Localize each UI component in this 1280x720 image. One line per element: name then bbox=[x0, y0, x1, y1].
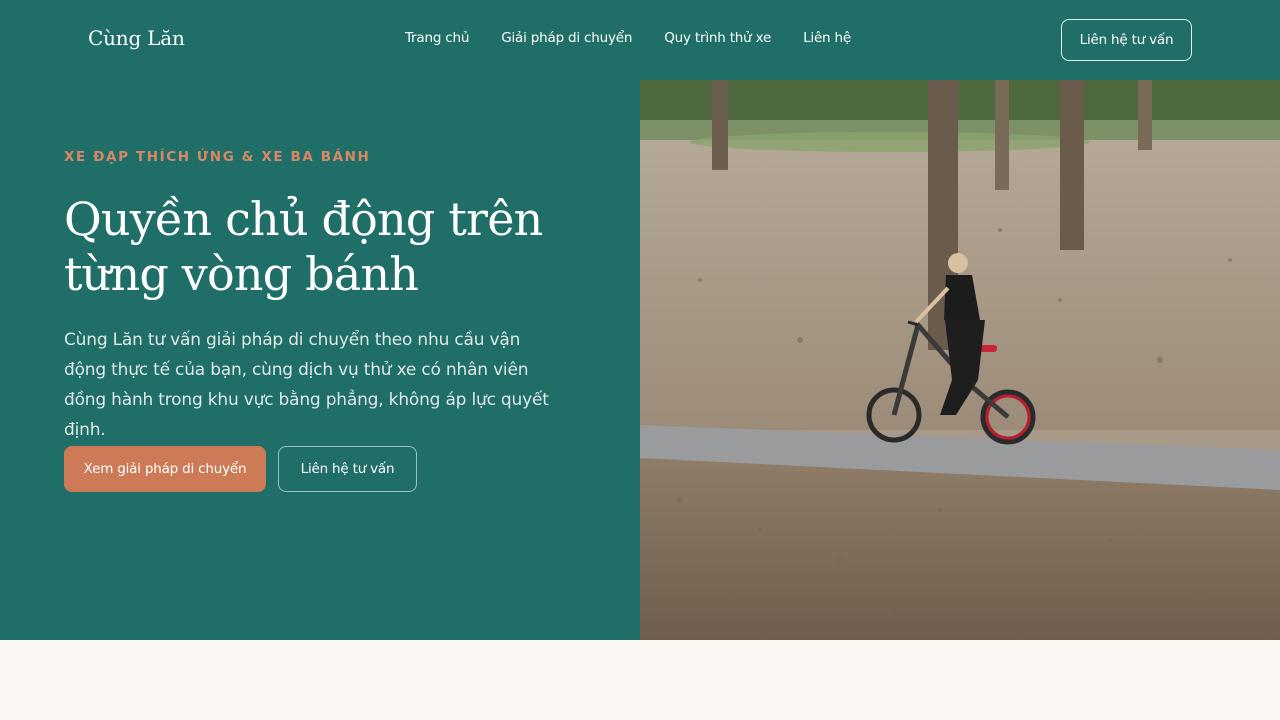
site-logo[interactable]: Cùng Lăn bbox=[88, 26, 185, 50]
nav-item-solutions[interactable]: Giải pháp di chuyển bbox=[501, 30, 632, 46]
nav-item-contact[interactable]: Liên hệ bbox=[803, 30, 851, 46]
hero-title-line-1: Quyền chủ động trên bbox=[64, 192, 543, 246]
next-section-start bbox=[0, 640, 1280, 720]
hero-description: Cùng Lăn tư vấn giải pháp di chuyển theo… bbox=[64, 330, 549, 440]
hero-contact-button[interactable]: Liên hệ tư vấn bbox=[278, 446, 417, 492]
main-nav: Trang chủ Giải pháp di chuyển Quy trình … bbox=[405, 30, 883, 46]
nav-item-test-ride[interactable]: Quy trình thử xe bbox=[664, 30, 771, 46]
hero-title: Quyền chủ động trên từng vòng bánh bbox=[64, 192, 604, 302]
hero-title-line-2: từng vòng bánh bbox=[64, 247, 419, 301]
site-header: Cùng Lăn Trang chủ Giải pháp di chuyển Q… bbox=[0, 0, 1280, 80]
header-contact-button[interactable]: Liên hệ tư vấn bbox=[1061, 19, 1192, 61]
hero-photo bbox=[640, 80, 1280, 640]
hero-text-panel: XE ĐẠP THÍCH ỨNG & XE BA BÁNH Quyền chủ … bbox=[0, 80, 640, 640]
park-cyclist-illustration bbox=[640, 80, 1280, 640]
nav-item-home[interactable]: Trang chủ bbox=[405, 30, 469, 46]
view-solutions-button[interactable]: Xem giải pháp di chuyển bbox=[64, 446, 266, 492]
hero-eyebrow: XE ĐẠP THÍCH ỨNG & XE BA BÁNH bbox=[64, 149, 371, 165]
